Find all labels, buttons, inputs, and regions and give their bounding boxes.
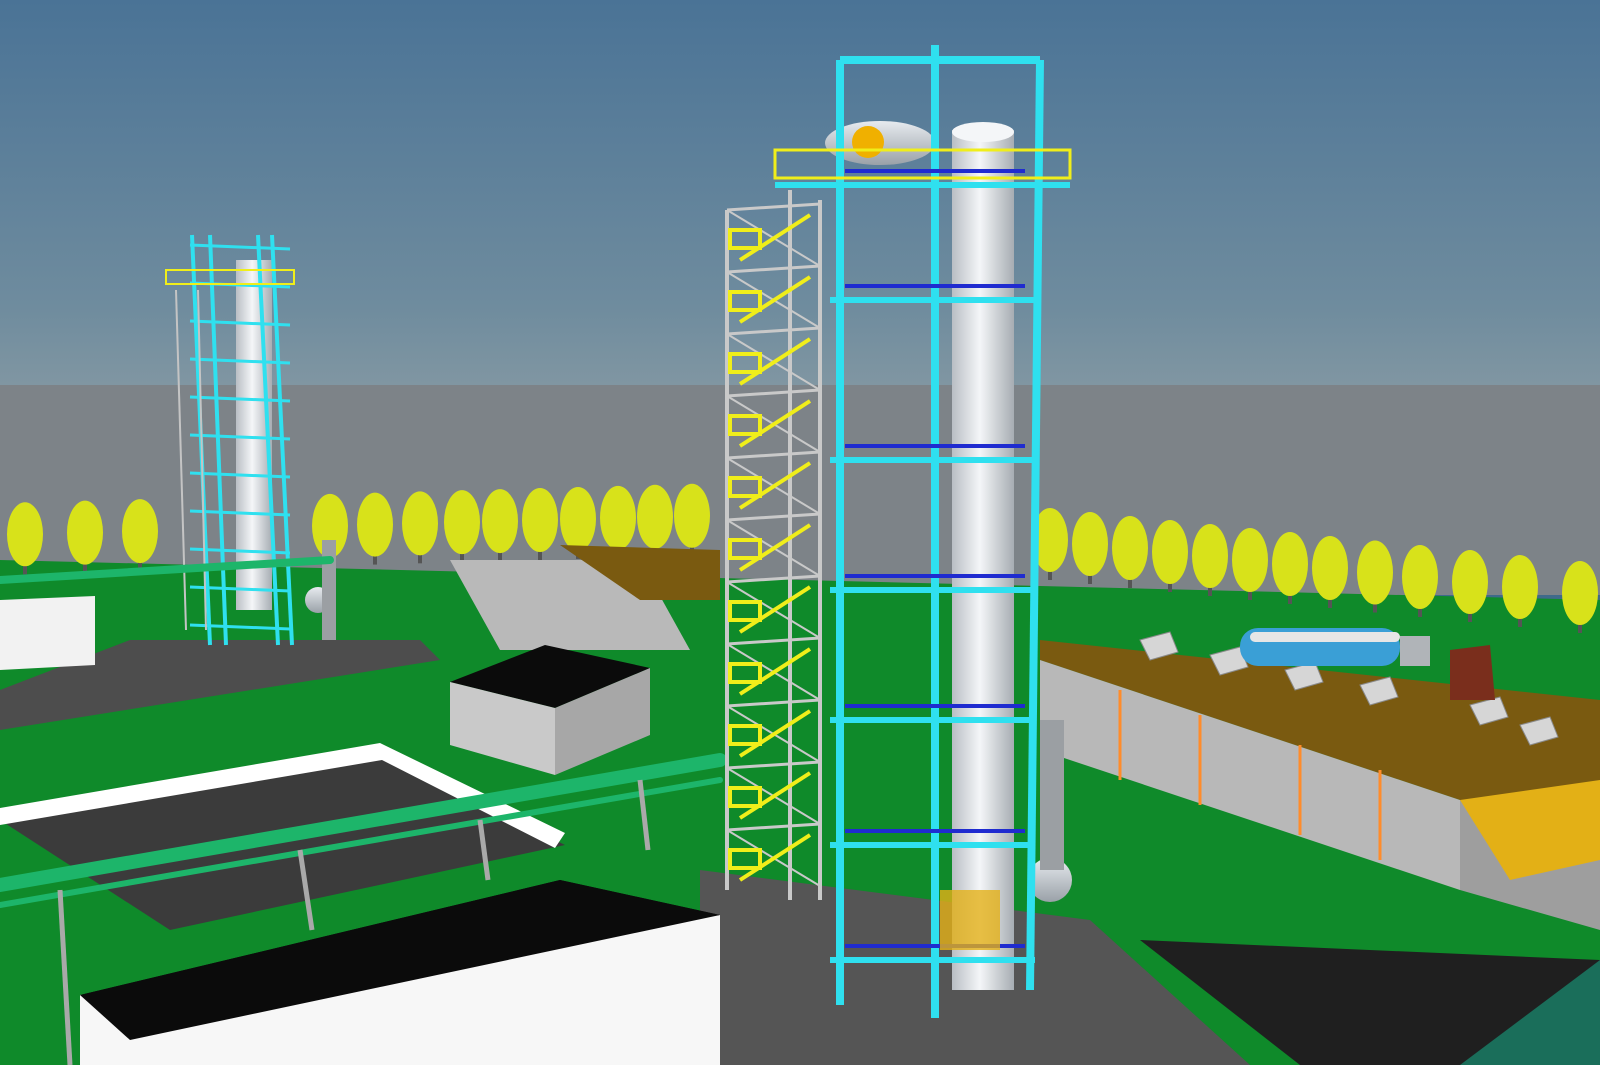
plant-render [0, 0, 1600, 1065]
building-left-white [0, 596, 95, 670]
main-column [952, 130, 1014, 990]
